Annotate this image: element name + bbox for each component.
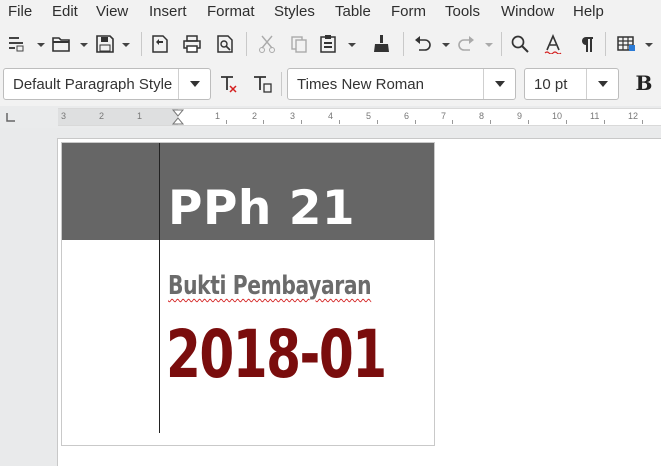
menu-styles[interactable]: Styles	[274, 3, 315, 20]
document-page[interactable]: PPh 21 Bukti Pembayaran 2018-01	[57, 138, 661, 466]
export-pdf-icon	[152, 35, 168, 53]
styles-icon	[254, 76, 272, 93]
font-size-combo[interactable]: 10 pt	[524, 68, 619, 100]
cut-icon	[259, 35, 275, 53]
print-icon	[183, 35, 201, 53]
standard-toolbar	[0, 24, 661, 64]
copy-icon	[291, 36, 307, 53]
clear-direct-formatting-button[interactable]	[219, 74, 239, 94]
redo-button[interactable]	[456, 34, 496, 54]
new-document-button[interactable]	[7, 34, 47, 54]
menu-help[interactable]: Help	[573, 3, 604, 20]
menu-view[interactable]: View	[96, 3, 128, 20]
font-name-value: Times New Roman	[297, 76, 424, 93]
paste-icon	[320, 35, 356, 53]
redo-icon	[458, 36, 493, 51]
tab-stop-icon[interactable]	[6, 112, 16, 122]
spelling-button[interactable]	[543, 34, 563, 54]
formatting-marks-button[interactable]	[577, 34, 597, 54]
document-subtitle: Bukti Pembayaran	[168, 271, 372, 301]
copy-button[interactable]	[289, 34, 309, 54]
indent-marker-icon[interactable]	[171, 109, 185, 125]
formatting-marks-icon	[582, 37, 593, 52]
clear-formatting-icon	[221, 76, 237, 93]
menu-window[interactable]: Window	[501, 3, 554, 20]
menu-tools[interactable]: Tools	[445, 3, 480, 20]
paste-button[interactable]	[319, 34, 359, 54]
insert-table-icon	[617, 36, 653, 51]
bold-button[interactable]: B	[633, 71, 655, 95]
chevron-down-icon[interactable]	[586, 69, 618, 99]
open-button[interactable]	[52, 34, 90, 54]
print-preview-icon	[217, 35, 233, 53]
document-period: 2018-01	[166, 316, 387, 393]
new-document-icon	[9, 37, 45, 52]
export-pdf-button[interactable]	[150, 34, 170, 54]
print-preview-button[interactable]	[215, 34, 235, 54]
save-button[interactable]	[96, 34, 134, 54]
save-icon	[96, 35, 130, 53]
spelling-icon	[544, 34, 562, 54]
menu-form[interactable]: Form	[391, 3, 426, 20]
menu-file[interactable]: File	[8, 3, 32, 20]
paragraph-style-combo[interactable]: Default Paragraph Style	[3, 68, 211, 100]
menu-format[interactable]: Format	[207, 3, 255, 20]
clone-formatting-icon	[374, 35, 389, 52]
chevron-down-icon[interactable]	[178, 69, 210, 99]
print-button[interactable]	[182, 34, 202, 54]
insert-table-button[interactable]	[616, 34, 656, 54]
open-folder-icon	[52, 37, 88, 52]
horizontal-ruler[interactable]: 3 2 1 1 2 3 4 5 6 7 8 9 10 11 12	[58, 108, 661, 126]
paragraph-style-value: Default Paragraph Style	[13, 76, 173, 93]
font-name-combo[interactable]: Times New Roman	[287, 68, 516, 100]
chevron-down-icon[interactable]	[483, 69, 515, 99]
find-replace-icon	[511, 35, 529, 53]
menu-insert[interactable]: Insert	[149, 3, 187, 20]
font-size-value: 10 pt	[534, 76, 568, 93]
find-replace-button[interactable]	[510, 34, 530, 54]
cut-button[interactable]	[257, 34, 277, 54]
menu-table[interactable]: Table	[335, 3, 371, 20]
document-title: PPh 21	[168, 181, 356, 236]
ruler-bar: 3 2 1 1 2 3 4 5 6 7 8 9 10 11 12	[0, 106, 661, 128]
undo-button[interactable]	[413, 34, 453, 54]
document-table[interactable]: PPh 21 Bukti Pembayaran 2018-01	[61, 142, 435, 446]
column-divider	[159, 143, 160, 433]
document-area[interactable]: PPh 21 Bukti Pembayaran 2018-01	[0, 128, 661, 466]
clone-formatting-button[interactable]	[372, 34, 392, 54]
menu-edit[interactable]: Edit	[52, 3, 78, 20]
menu-bar: File Edit View Insert Format Styles Tabl…	[0, 0, 661, 24]
paragraph-style-manage-button[interactable]	[252, 74, 274, 94]
undo-icon	[415, 36, 450, 51]
formatting-toolbar: Default Paragraph Style Times New Roman …	[0, 64, 661, 106]
